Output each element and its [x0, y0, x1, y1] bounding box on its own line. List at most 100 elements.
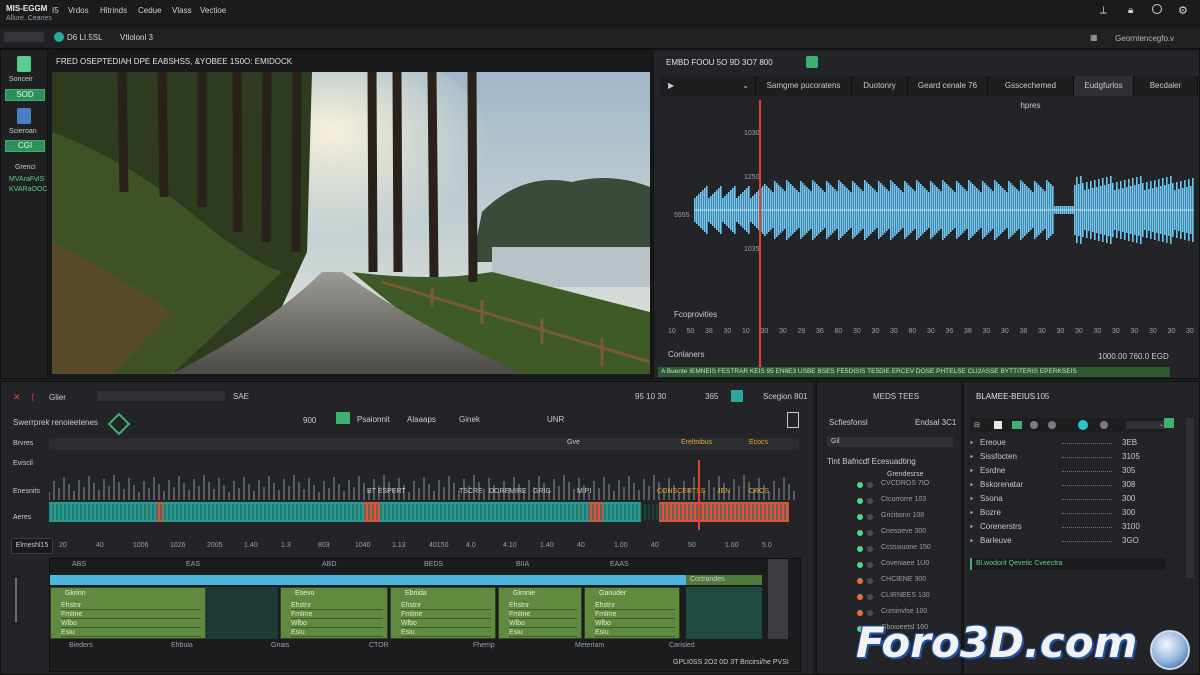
tab-general[interactable]: Geard cenale 76	[908, 76, 988, 96]
status-dot	[857, 530, 863, 536]
menu-item-2[interactable]: Vrdos	[68, 6, 89, 15]
x-axis-label: 30	[871, 328, 880, 335]
mixer-scroll[interactable]	[768, 559, 788, 639]
menu-item-5[interactable]: Vlass	[172, 6, 192, 15]
mixer-module-row[interactable]: Wlbo	[595, 620, 675, 628]
mixer-module-row[interactable]: Ehstnr	[401, 602, 491, 610]
mixer-module-row[interactable]: Ehstnr	[509, 602, 577, 610]
green-icon[interactable]	[1012, 421, 1022, 429]
mixer-module-row[interactable]: Wlbo	[61, 620, 201, 628]
tab-sample[interactable]: Samgme pucoratens	[756, 76, 852, 96]
mixer-module-row[interactable]: Esiu	[509, 629, 577, 637]
left-button[interactable]: Elmeshl15	[11, 538, 53, 554]
layer-icon[interactable]	[336, 412, 350, 424]
layers-scrollbar[interactable]	[1186, 418, 1194, 578]
chevron-icon[interactable]: ⟨	[31, 392, 35, 403]
x-axis-label: 30	[982, 328, 991, 335]
mixer-module[interactable]: Esevo Ehstnr Fmlme Wlbo Esiu	[280, 587, 388, 639]
layer-name[interactable]: Corenerstrs	[980, 522, 1022, 531]
mixer-module-row[interactable]: Esiu	[595, 629, 675, 637]
mixer-module-row[interactable]: Esiu	[291, 629, 383, 637]
preset-label[interactable]: Cortrandes	[686, 575, 762, 585]
footer-left-2: Conlaners	[668, 350, 705, 359]
mixer-module[interactable]: Gkrinn Ehstnr Fmlme Wlbo Esiu	[50, 587, 206, 639]
mixer-module-row[interactable]: Esiu	[401, 629, 491, 637]
layer-name[interactable]: Ssona	[980, 494, 1003, 503]
tab-decoder[interactable]: Becdaler	[1134, 76, 1198, 96]
mixer-module-row[interactable]: Fmlme	[595, 611, 675, 619]
record-icon[interactable]	[54, 32, 64, 42]
x-axis-label: 36	[816, 328, 824, 335]
grid-icon[interactable]: ▦	[1090, 33, 1098, 42]
props-row[interactable]: CLIRNEES 130	[881, 592, 930, 599]
close-icon[interactable]: ✕	[13, 392, 21, 403]
btn-2[interactable]: Alaaaps	[407, 415, 436, 424]
x-axis-label: 30	[760, 328, 769, 335]
circle-icon[interactable]	[1048, 421, 1056, 429]
left-field[interactable]: D6 LI.5SL	[67, 33, 103, 42]
mixer-module-row[interactable]: Wlbo	[509, 620, 577, 628]
settings-icon[interactable]: ⚙	[1178, 4, 1188, 17]
teal-circle-icon[interactable]	[1078, 420, 1088, 430]
layer-name[interactable]: Barleuve	[980, 536, 1012, 545]
props-row[interactable]: Cnesoeve 300	[881, 528, 926, 535]
layer-badge[interactable]	[1164, 418, 1174, 428]
props-row[interactable]: Ccsssiuone 150	[881, 544, 931, 551]
timeline-search-input[interactable]	[97, 391, 225, 401]
menu-item-6[interactable]: Vectioe	[200, 6, 226, 15]
pin-icon[interactable]: ⟂	[1100, 5, 1107, 16]
mixer-module-row[interactable]: Fmlme	[291, 611, 383, 619]
props-dropdown[interactable]: Gil	[827, 437, 953, 447]
layer-name[interactable]: Bozre	[980, 508, 1001, 517]
toolbar-slot[interactable]	[4, 32, 44, 42]
sidebar-button-1[interactable]: SOD	[5, 89, 45, 101]
menu-item-1[interactable]: I5	[52, 6, 59, 15]
mixer-module-row[interactable]: Fmlme	[509, 611, 577, 619]
layer-name[interactable]: Ereoue	[980, 438, 1006, 447]
layer-name[interactable]: Bskorenatar	[980, 480, 1023, 489]
menu-item-4[interactable]: Cedue	[138, 6, 162, 15]
layers-tool-icon[interactable]: ⊟	[974, 421, 980, 429]
tab-duration[interactable]: Duotonry	[852, 76, 908, 96]
search-icon[interactable]	[1152, 4, 1162, 14]
mixer-module-row[interactable]: Ehstnr	[595, 602, 675, 610]
props-row[interactable]: Ctcurrorre 103	[881, 496, 926, 503]
props-row[interactable]: Coveniaee 1U0	[881, 560, 929, 567]
mixer-module-row[interactable]: Fmlme	[61, 611, 201, 619]
mixer-module[interactable]: Gimnie Ehstnr Fmlme Wlbo Esiu	[498, 587, 582, 639]
btn-4[interactable]: UNR	[547, 415, 564, 424]
layer-name[interactable]: Esrdne	[980, 466, 1005, 475]
mixer-progress[interactable]	[50, 575, 686, 585]
timeline-playhead[interactable]	[698, 460, 700, 530]
mixer-module-row[interactable]: Ehstnr	[291, 602, 383, 610]
menu-item-3[interactable]: Hitrinds	[100, 6, 127, 15]
btn-3[interactable]: Ginek	[459, 415, 480, 424]
mixer-module[interactable]: Ebriida Ehstnr Fmlme Wlbo Esiu	[390, 587, 496, 639]
mixer-module[interactable]: Ganuder Ehstnr Fmlme Wlbo Esiu	[584, 587, 680, 639]
props-row[interactable]: Gricitionn 108	[881, 512, 924, 519]
mixer-module-row[interactable]: Esiu	[61, 629, 201, 637]
lock-icon[interactable]: 🔒︎	[1128, 5, 1133, 16]
ruler-label: 1026	[170, 542, 186, 549]
props-row[interactable]: CHCIENE 300	[881, 576, 926, 583]
layer-select[interactable]: ⌄	[1126, 421, 1166, 429]
tab-effects[interactable]: Eudgfurlos	[1074, 76, 1134, 96]
panel-icon[interactable]	[787, 412, 799, 428]
circle-icon[interactable]	[1030, 421, 1038, 429]
waveform-select[interactable]: ▶ ⌄	[662, 76, 756, 96]
fader[interactable]	[15, 578, 33, 622]
left-field-2[interactable]: Vtlolonl 3	[120, 33, 153, 42]
mixer-module-row[interactable]: Fmlme	[401, 611, 491, 619]
tab-processed[interactable]: Gsscechemed hpres	[988, 76, 1074, 110]
layer-name[interactable]: Sissfocten	[980, 452, 1017, 461]
btn-1[interactable]: Psaionnit	[357, 415, 390, 424]
circle-icon[interactable]	[1100, 421, 1108, 429]
props-row[interactable]: CVCDROS 7IO	[881, 480, 929, 487]
diamond-icon[interactable]	[107, 412, 131, 436]
square-icon[interactable]	[994, 421, 1002, 429]
props-row[interactable]: Cuminvlse 100	[881, 608, 927, 615]
mixer-module-row[interactable]: Wlbo	[291, 620, 383, 628]
mixer-module-row[interactable]: Ehstnr	[61, 602, 201, 610]
mixer-module-row[interactable]: Wlbo	[401, 620, 491, 628]
sidebar-button-2[interactable]: CGI	[5, 140, 45, 152]
